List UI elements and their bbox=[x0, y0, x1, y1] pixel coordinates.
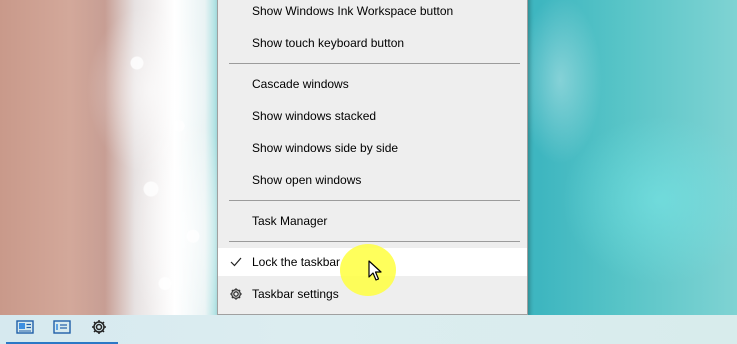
menu-item-show-windows-side-by-side[interactable]: Show windows side by side bbox=[218, 134, 527, 162]
menu-item-label: Show windows side by side bbox=[252, 141, 399, 155]
menu-item-label: Taskbar settings bbox=[252, 287, 339, 301]
menu-item-cascade-windows[interactable]: Cascade windows bbox=[218, 70, 527, 98]
menu-separator bbox=[229, 200, 520, 201]
menu-item-label: Show windows stacked bbox=[252, 109, 377, 123]
menu-item-show-open-windows[interactable]: Show open windows bbox=[218, 166, 527, 194]
menu-item-show-touch-keyboard-button[interactable]: Show touch keyboard button bbox=[218, 29, 527, 57]
check-icon bbox=[229, 255, 243, 269]
menu-item-label: Show touch keyboard button bbox=[252, 36, 405, 50]
menu-item-show-windows-stacked[interactable]: Show windows stacked bbox=[218, 102, 527, 130]
taskbar-settings-button[interactable] bbox=[80, 315, 118, 344]
wallpaper-foam bbox=[95, 0, 235, 315]
taskbar-windows-ink-button[interactable] bbox=[43, 315, 81, 344]
menu-item-label: Lock the taskbar bbox=[252, 255, 341, 269]
taskbar-people-button[interactable] bbox=[6, 315, 44, 344]
menu-item-label: Show Windows Ink Workspace button bbox=[252, 4, 454, 18]
people-contact-icon bbox=[16, 320, 34, 339]
menu-item-label: Show open windows bbox=[252, 173, 362, 187]
menu-item-task-manager[interactable]: Task Manager bbox=[218, 207, 527, 235]
menu-separator bbox=[229, 241, 520, 242]
gear-icon bbox=[229, 287, 243, 301]
taskbar bbox=[0, 315, 737, 344]
menu-item-label: Task Manager bbox=[252, 214, 328, 228]
windows-ink-icon bbox=[53, 320, 71, 339]
menu-item-label: Cascade windows bbox=[252, 77, 349, 91]
mouse-cursor-icon bbox=[368, 260, 384, 282]
menu-separator bbox=[229, 63, 520, 64]
gear-icon bbox=[91, 319, 107, 340]
menu-item-show-windows-ink-workspace-button[interactable]: Show Windows Ink Workspace button bbox=[218, 0, 527, 25]
